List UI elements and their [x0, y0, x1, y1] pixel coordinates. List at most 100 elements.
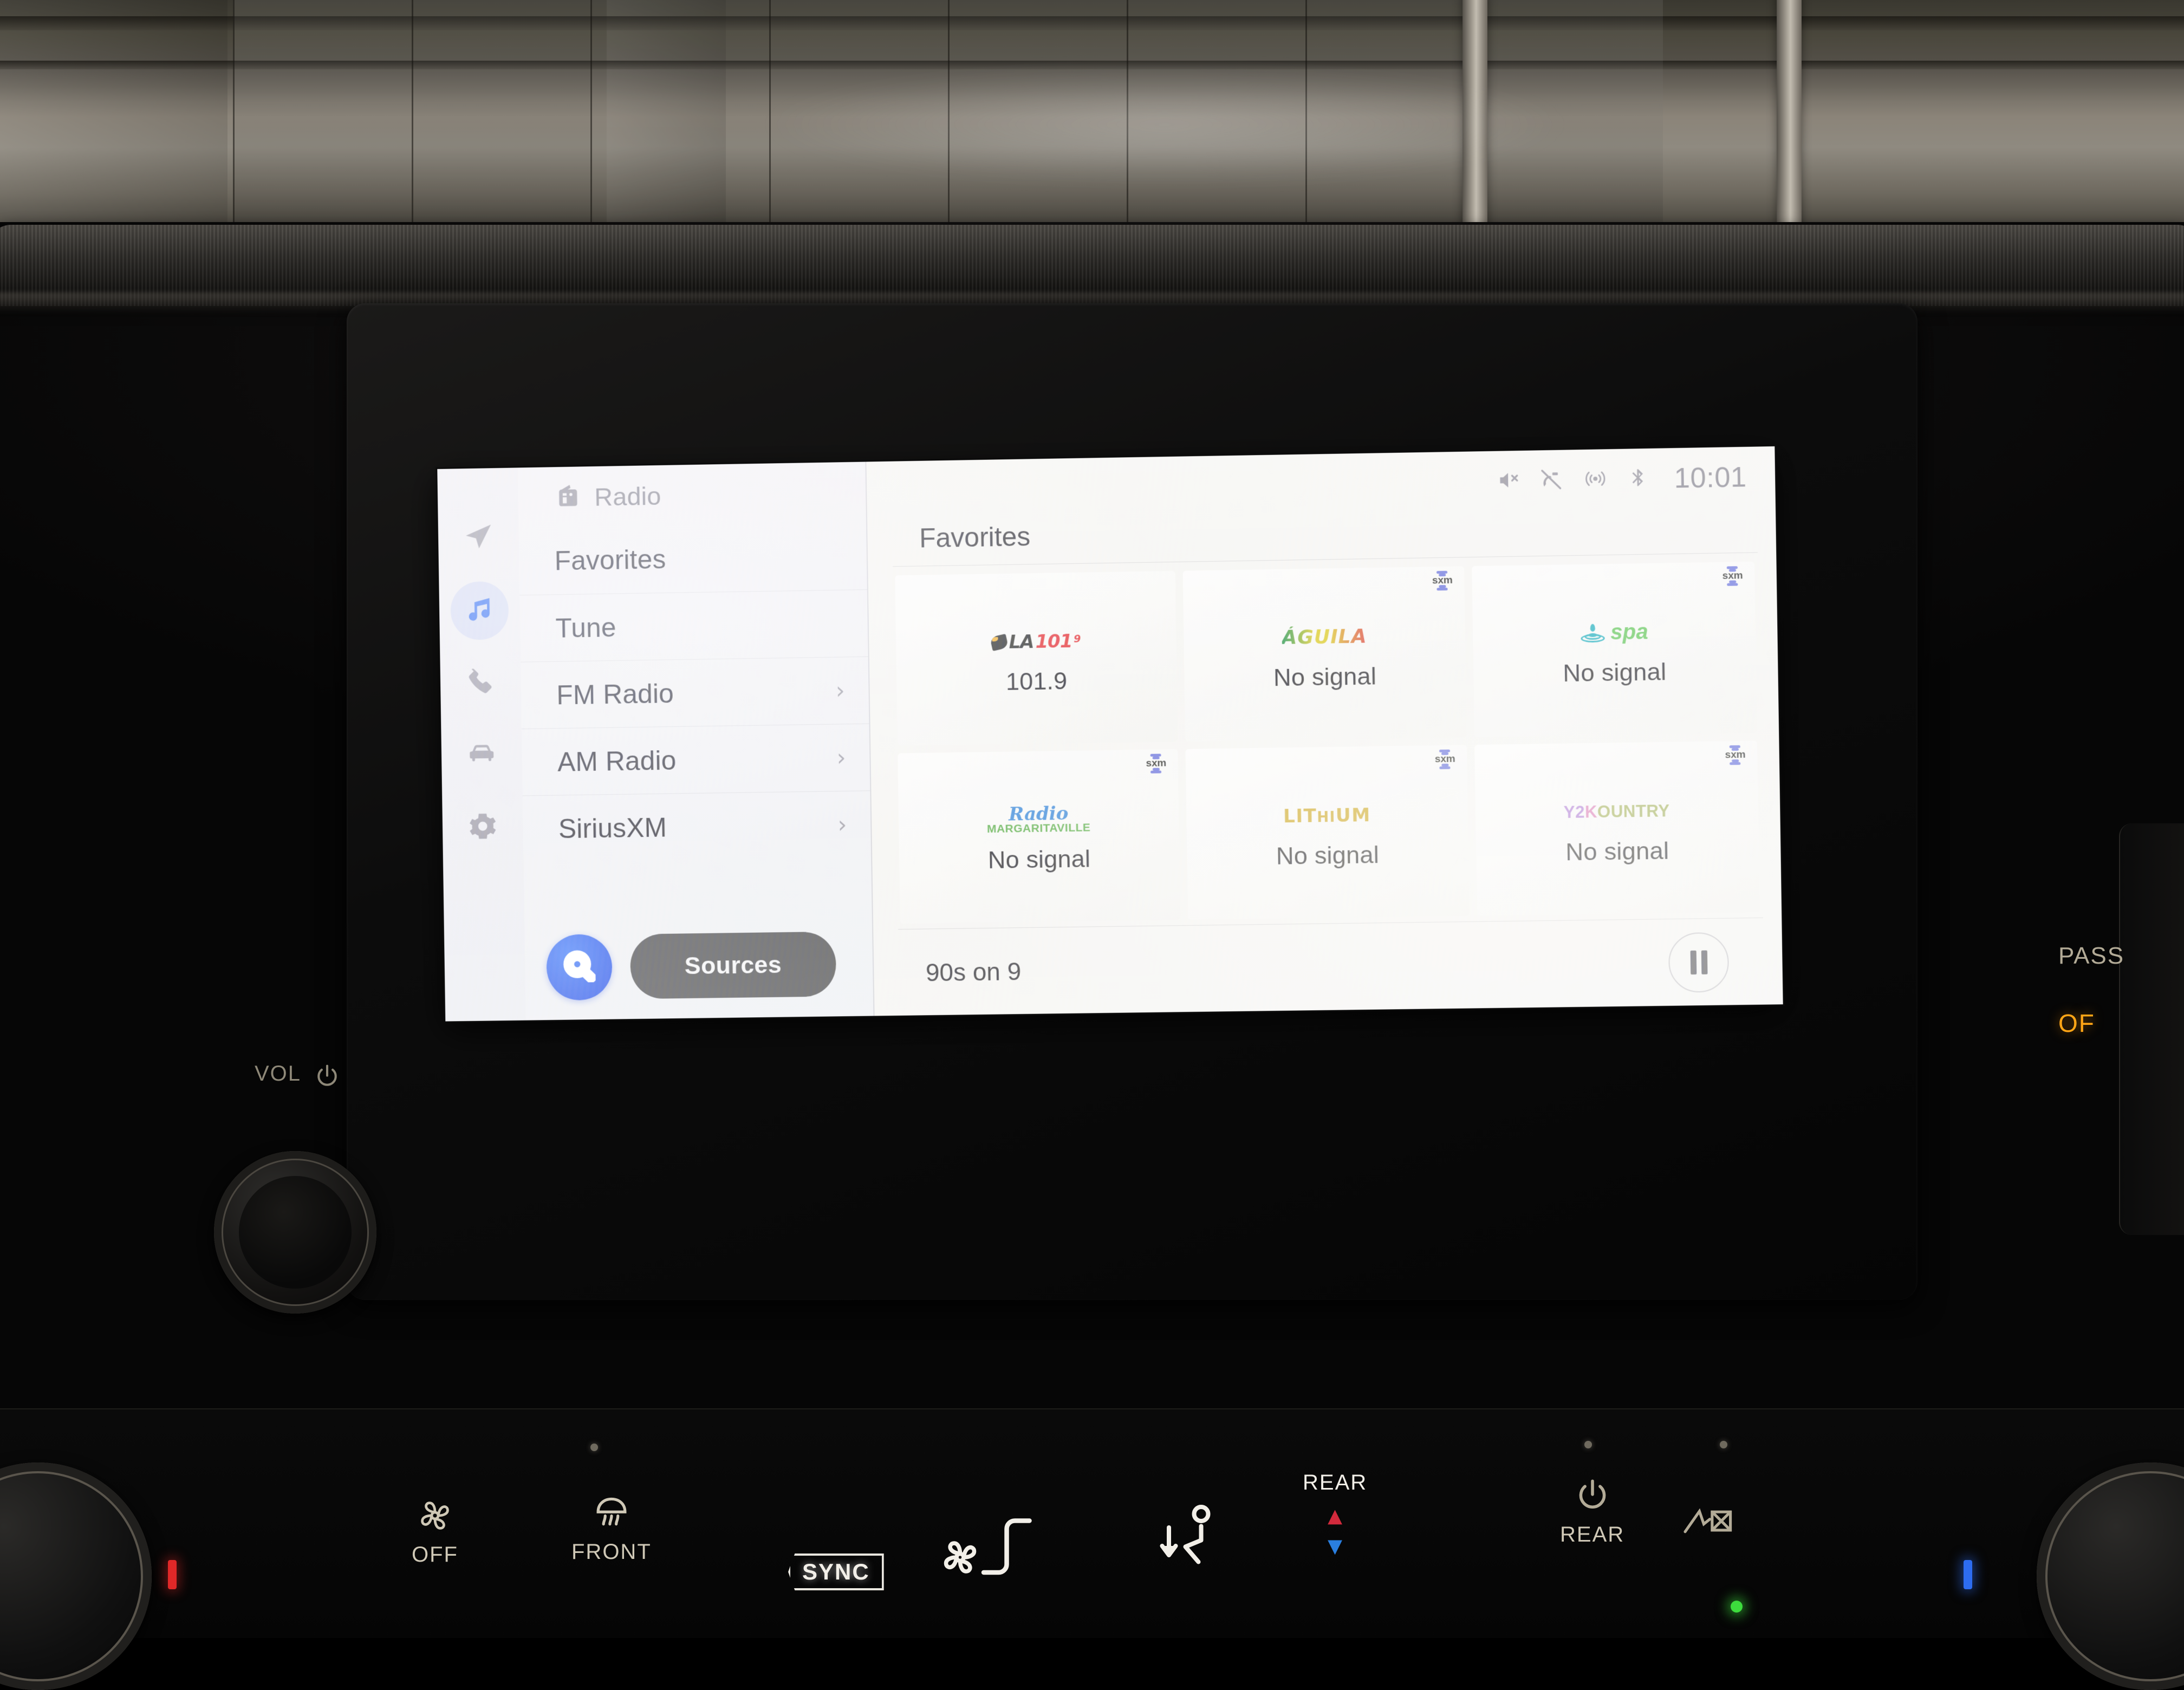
favorite-tile[interactable]: sxm LITHIUM No signal — [1185, 745, 1469, 920]
rear-temp-label: REAR — [1303, 1471, 1367, 1495]
station-logo-margaritaville: Radio MARGARITAVILLE — [986, 799, 1091, 841]
pause-button[interactable] — [1668, 932, 1730, 992]
pause-icon — [1701, 950, 1707, 974]
airflow-seat-button[interactable] — [1154, 1500, 1219, 1576]
fan-off-label: OFF — [412, 1543, 458, 1567]
fan-off-button[interactable]: OFF — [412, 1495, 458, 1567]
sxm-badge-label: sxm — [1725, 751, 1746, 759]
favorite-tile[interactable]: sxm Radio MARGARITAVILLE No signal — [898, 749, 1180, 924]
rear-power-button[interactable]: REAR — [1560, 1476, 1624, 1547]
front-defrost-icon — [588, 1492, 635, 1533]
radio-icon — [554, 482, 581, 512]
sync-button[interactable]: SYNC — [788, 1554, 884, 1590]
logo-text-part: K — [1585, 802, 1598, 821]
defog-led — [1720, 1441, 1727, 1448]
passenger-airbag-indicator: PASS OF — [2054, 942, 2184, 1038]
logo-text-part: H — [1317, 809, 1330, 826]
station-logo-la1019: LA 101 9 — [991, 621, 1081, 662]
rear-defog-icon — [1679, 1503, 1739, 1546]
power-icon — [1572, 1476, 1613, 1516]
clock: 10:01 — [1674, 461, 1747, 495]
music-icon — [464, 594, 495, 628]
vehicle-icon — [466, 738, 497, 772]
favorite-caption: No signal — [1563, 658, 1667, 687]
now-playing-station: 90s on 9 — [926, 957, 1022, 987]
volume-label: VOL — [255, 1062, 301, 1086]
rear-defog-button[interactable] — [1679, 1503, 1739, 1546]
recirculate-fan-icon — [942, 1511, 1045, 1582]
bluetooth-icon[interactable] — [1627, 466, 1649, 493]
rear-temp-up-button[interactable]: ▴ — [1328, 1505, 1342, 1525]
satellite-off-icon[interactable] — [1539, 466, 1564, 495]
sidebar-item-navigation[interactable] — [449, 509, 508, 568]
recirculate-button[interactable] — [942, 1511, 1045, 1582]
sxm-badge-label: sxm — [1435, 755, 1455, 764]
sources-button-label: Sources — [684, 951, 782, 980]
logo-text-part: 101 — [1035, 630, 1072, 652]
search-button[interactable] — [546, 934, 613, 1000]
logo-text-part: I — [1296, 805, 1304, 827]
logo-text-part: LA — [1009, 631, 1034, 653]
front-defrost-button[interactable]: FRONT — [571, 1492, 652, 1564]
menu-item-label: SiriusXM — [558, 809, 838, 844]
favorite-tile[interactable]: sxm Y2KOUNTRY No signal — [1474, 740, 1760, 916]
sidebar-item-vehicle[interactable] — [452, 725, 511, 784]
navigation-icon — [463, 522, 493, 555]
rear-temp-down-button[interactable]: ▾ — [1328, 1535, 1342, 1556]
menu-item-label: FM Radio — [556, 675, 836, 711]
favorites-panel: 10:01 Favorites LA 101 9 — [866, 446, 1783, 1016]
now-playing-bar: 90s on 9 — [898, 918, 1764, 1016]
passenger-airbag-status: OF — [2058, 1009, 2184, 1038]
sync-label: SYNC — [802, 1559, 870, 1585]
broadcast-icon[interactable] — [1582, 466, 1609, 493]
mute-icon[interactable] — [1496, 468, 1520, 495]
rear-temp-control[interactable]: REAR ▴ ▾ — [1303, 1471, 1367, 1556]
logo-text-part: MARGARITAVILLE — [987, 822, 1091, 835]
logo-text-part: OUNTRY — [1597, 801, 1670, 821]
logo-text: ÁGUILA — [1282, 625, 1367, 649]
power-icon — [313, 1062, 342, 1094]
menu-item-fm-radio[interactable]: FM Radio › — [521, 656, 869, 729]
menu-item-label: AM Radio — [557, 742, 837, 777]
photo-scene: Radio Favorites Tune FM Radio › — [0, 0, 2184, 1638]
favorite-tile[interactable]: LA 101 9 101.9 — [895, 571, 1178, 746]
phone-icon — [465, 666, 496, 700]
sidebar-item-phone[interactable] — [451, 653, 510, 712]
garage-background — [0, 0, 2184, 255]
climate-control-strip — [0, 1408, 2184, 1638]
favorite-tile[interactable]: sxm spa No signal — [1472, 562, 1757, 737]
favorite-caption: No signal — [988, 844, 1091, 874]
menu-item-label: Tune — [555, 608, 844, 644]
sxm-badge-icon: sxm — [1435, 750, 1455, 769]
menu-item-siriusxm[interactable]: SiriusXM › — [523, 790, 872, 862]
menu-action-bar: Sources — [524, 919, 873, 1020]
sxm-badge-icon: sxm — [1725, 745, 1745, 765]
menu-item-am-radio[interactable]: AM Radio › — [522, 724, 870, 796]
pause-icon — [1690, 950, 1696, 974]
settings-gear-icon — [467, 811, 498, 844]
sources-button[interactable]: Sources — [630, 932, 836, 999]
sxm-badge-label: sxm — [1722, 571, 1743, 580]
menu-item-tune[interactable]: Tune — [519, 589, 868, 662]
station-logo-spa: spa — [1580, 612, 1648, 653]
radio-menu-column: Radio Favorites Tune FM Radio › — [518, 461, 875, 1020]
sidebar-rail — [437, 467, 526, 1021]
logo-text-part: I — [1330, 809, 1336, 825]
menu-header-label: Radio — [594, 480, 661, 511]
sxm-badge-label: sxm — [1432, 576, 1453, 585]
sxm-badge-icon: sxm — [1146, 753, 1166, 773]
volume-knob[interactable] — [214, 1151, 376, 1314]
chevron-right-icon: › — [837, 813, 847, 836]
menu-item-favorites[interactable]: Favorites — [518, 522, 867, 595]
fan-icon — [414, 1495, 456, 1536]
front-defrost-led — [590, 1444, 598, 1451]
sidebar-item-settings[interactable] — [453, 798, 512, 857]
infotainment-display[interactable]: Radio Favorites Tune FM Radio › — [437, 446, 1783, 1022]
driver-temp-warm-led — [168, 1560, 177, 1589]
sidebar-item-audio[interactable] — [450, 581, 509, 640]
front-defrost-label: FRONT — [571, 1540, 652, 1564]
station-logo-y2kountry: Y2KOUNTRY — [1563, 791, 1670, 833]
favorite-tile[interactable]: sxm ÁGUILA No signal — [1183, 566, 1467, 742]
menu-list: Favorites Tune FM Radio › AM Radio › — [518, 522, 872, 923]
eagle-icon — [991, 635, 1007, 649]
